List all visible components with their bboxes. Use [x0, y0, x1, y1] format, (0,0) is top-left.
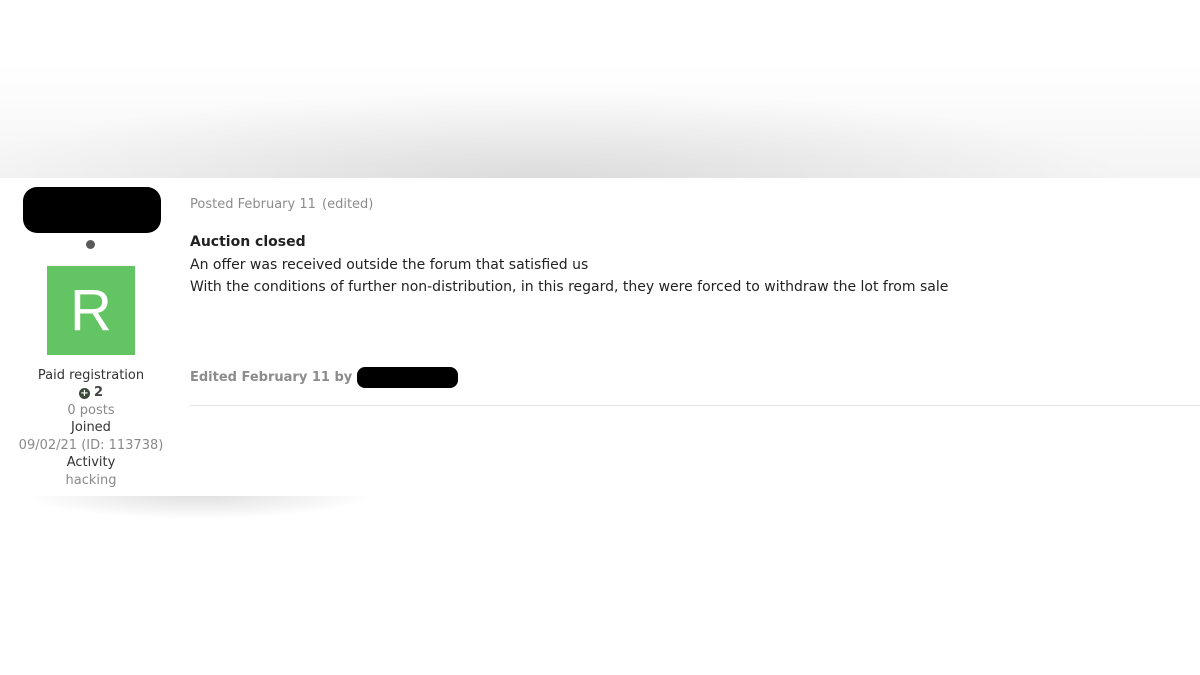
- edited-flag: (edited): [322, 197, 374, 212]
- card-shadow: [30, 494, 450, 554]
- post-body-line: An offer was received outside the forum …: [190, 257, 589, 273]
- editor-name-redacted: [357, 367, 459, 388]
- author-group: Paid registration: [37, 368, 145, 383]
- post-content: Posted February 11 (edited) Auction clos…: [190, 178, 1200, 496]
- post-body-line: With the conditions of further non-distr…: [190, 279, 949, 295]
- author-name-redacted: [23, 187, 161, 233]
- posted-label: Posted: [190, 197, 234, 212]
- author-panel: R Paid registration +2 0 posts Joined 09…: [0, 178, 182, 496]
- edit-note: Edited February 11 by: [190, 367, 459, 388]
- joined-value: 09/02/21 (ID: 113738): [18, 438, 164, 453]
- reputation-count: 2: [93, 385, 104, 400]
- plus-icon: +: [78, 388, 90, 399]
- post-count: 0 posts: [67, 403, 115, 418]
- forum-post: R Paid registration +2 0 posts Joined 09…: [0, 178, 1200, 496]
- posted-date[interactable]: February 11: [238, 197, 316, 212]
- activity-label: Activity: [66, 455, 116, 470]
- joined-label: Joined: [71, 420, 111, 435]
- page-background-top: [0, 0, 1200, 178]
- reputation-badge: +2: [0, 384, 182, 401]
- post-divider: [190, 405, 1200, 406]
- post-title: Auction closed: [190, 234, 306, 250]
- avatar[interactable]: R: [47, 266, 135, 355]
- post-meta: Posted February 11 (edited): [190, 197, 373, 212]
- edit-note-text: Edited February 11 by: [190, 370, 353, 385]
- online-status-dot: [86, 240, 95, 249]
- activity-value: hacking: [65, 473, 117, 488]
